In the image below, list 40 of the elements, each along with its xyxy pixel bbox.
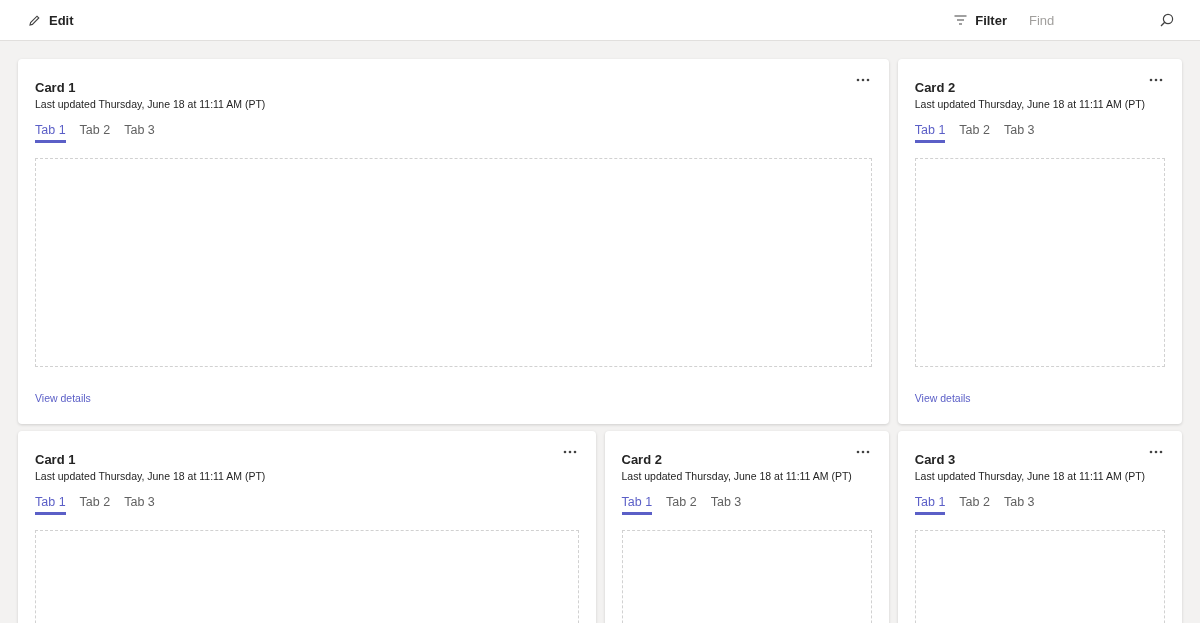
tab[interactable]: Tab 3	[1003, 123, 1035, 143]
tab[interactable]: Tab 2	[959, 495, 990, 515]
tab[interactable]: Tab 2	[79, 123, 111, 143]
last-updated-text: Last updated Thursday, June 18 at 11:11 AM (PT)	[914, 470, 1147, 482]
tab[interactable]: Tab 2	[79, 495, 111, 515]
last-updated-text: Last updated Thursday, June 18 at 11:11 AM (PT)	[35, 98, 267, 110]
search-field[interactable]: Find	[1027, 11, 1161, 29]
tab[interactable]: Tab 3	[710, 495, 742, 515]
more-icon	[1149, 78, 1163, 82]
filter-icon	[954, 15, 968, 25]
tab[interactable]: Tab 2	[666, 495, 697, 515]
card-title: Card 2	[621, 452, 663, 467]
card-title: Card 1	[35, 452, 77, 467]
more-icon	[855, 450, 870, 454]
tab[interactable]: Tab 3	[124, 495, 155, 515]
filter-button[interactable]: Filter	[952, 10, 1009, 30]
tab[interactable]: Tab 1	[35, 123, 66, 143]
view-details-link[interactable]: View details	[914, 392, 971, 404]
tab[interactable]: Tab 1	[621, 495, 653, 515]
edit-button[interactable]: Edit	[26, 10, 76, 30]
search-icon[interactable]	[1160, 13, 1174, 27]
more-options-button[interactable]	[1147, 448, 1165, 456]
last-updated-text: Last updated Thursday, June 18 at 11:11 AM (PT)	[914, 98, 1147, 110]
pencil-icon	[28, 13, 41, 27]
tab[interactable]: Tab 2	[959, 123, 990, 143]
card-title: Card 3	[914, 452, 957, 467]
more-options-button[interactable]	[1147, 76, 1165, 84]
card-title: Card 1	[35, 80, 77, 95]
more-icon	[1149, 450, 1163, 454]
tab[interactable]: Tab 1	[914, 495, 946, 515]
more-icon	[855, 78, 870, 82]
card-title: Card 2	[914, 80, 957, 95]
tab[interactable]: Tab 1	[914, 123, 946, 143]
view-details-link[interactable]: View details	[35, 392, 91, 404]
more-icon	[562, 450, 577, 454]
tab[interactable]: Tab 3	[1003, 495, 1035, 515]
last-updated-text: Last updated Thursday, June 18 at 11:11 AM (PT)	[35, 470, 267, 482]
last-updated-text: Last updated Thursday, June 18 at 11:11 AM (PT)	[621, 470, 853, 482]
tab[interactable]: Tab 3	[124, 123, 155, 143]
tab[interactable]: Tab 1	[35, 495, 66, 515]
